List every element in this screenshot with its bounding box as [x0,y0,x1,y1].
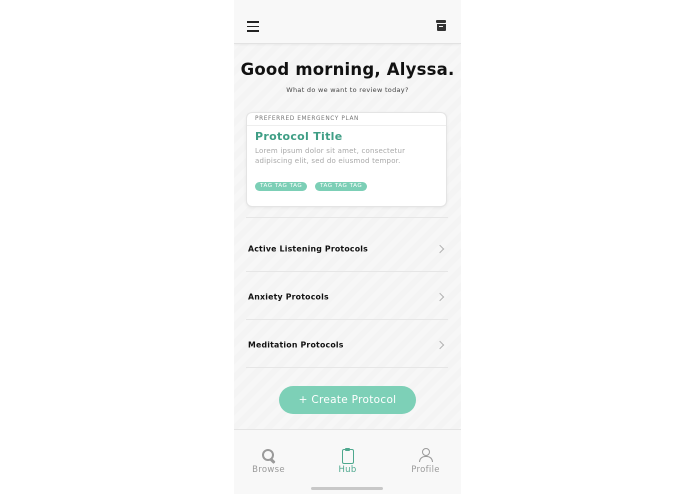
phone-screen: Good morning, Alyssa. What do we want to… [234,0,461,494]
protocol-row-label: Anxiety Protocols [248,292,329,301]
create-protocol-button[interactable]: + Create Protocol [279,386,416,414]
person-icon [418,448,433,463]
protocol-row-meditation[interactable]: Meditation Protocols [234,321,461,368]
list-divider [246,271,448,272]
protocol-row-label: Active Listening Protocols [248,244,368,253]
nav-label-profile: Profile [411,465,440,475]
hamburger-menu-icon[interactable] [247,21,259,32]
nav-label-browse: Browse [252,465,285,475]
archive-box-icon[interactable] [436,20,446,31]
search-icon [261,448,276,465]
nav-item-profile[interactable]: Profile [388,430,461,480]
protocol-row-active-listening[interactable]: Active Listening Protocols [234,225,461,272]
chevron-right-icon [435,292,445,301]
nav-item-browse[interactable]: Browse [234,430,306,480]
greeting-subtitle: What do we want to review today? [286,86,409,94]
chevron-right-icon [435,244,445,253]
top-bar [234,0,461,44]
list-divider [246,217,448,218]
clipboard-icon [340,448,355,464]
card-title: Protocol Title [255,130,343,143]
chevron-right-icon [435,340,445,349]
greeting-title: Good morning, Alyssa. [240,60,455,79]
list-divider [246,319,448,320]
card-eyebrow: PREFERRED EMERGENCY PLAN [255,116,359,122]
tag-badge[interactable]: TAG TAG TAG [255,182,308,191]
card-divider [247,125,446,126]
protocol-row-anxiety[interactable]: Anxiety Protocols [234,273,461,320]
list-divider [246,367,448,368]
nav-label-hub: Hub [338,465,357,475]
featured-protocol-card[interactable]: PREFERRED EMERGENCY PLAN Protocol Title … [246,112,447,207]
nav-item-hub[interactable]: Hub [310,430,385,480]
home-indicator [311,487,383,490]
card-description: Lorem ipsum dolor sit amet, consectetur … [255,147,406,165]
tag-badge[interactable]: TAG TAG TAG [315,182,368,191]
protocol-row-label: Meditation Protocols [248,340,344,349]
bottom-navigation: Browse Hub Profile [234,429,461,494]
